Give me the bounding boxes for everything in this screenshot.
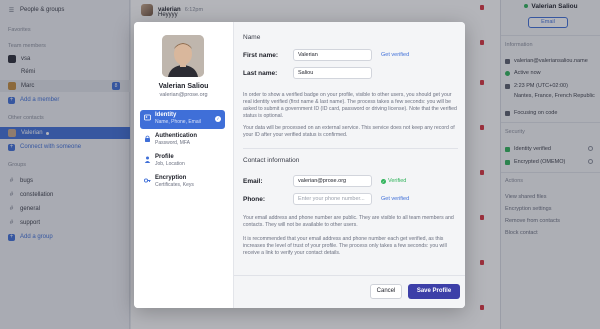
email-verified-status: ✓ Verified xyxy=(381,178,406,184)
tab-authentication-title: Authentication xyxy=(155,133,197,139)
email-field[interactable] xyxy=(293,175,372,187)
check-circle-icon: ✓ xyxy=(381,178,386,184)
tab-identity-title: Identity xyxy=(155,112,177,118)
phone-field[interactable] xyxy=(293,193,372,205)
edit-profile-modal: Valerian Saliou valerian@prose.org Ident… xyxy=(134,22,465,308)
tab-profile-sub: Job, Location xyxy=(155,161,185,167)
cancel-button[interactable]: Cancel xyxy=(370,284,402,299)
tab-identity-sub: Name, Phone, Email xyxy=(155,119,201,125)
tab-encryption[interactable]: Encryption Certificates, Keys xyxy=(140,173,225,192)
save-profile-button[interactable]: Save Profile xyxy=(408,284,460,299)
modal-footer: Cancel Save Profile xyxy=(234,275,465,308)
last-name-label: Last name: xyxy=(243,70,278,77)
get-verified-name-link[interactable]: Get verified xyxy=(381,52,409,58)
last-name-field[interactable] xyxy=(293,67,372,79)
tab-profile[interactable]: Profile Job, Location xyxy=(140,152,225,171)
divider xyxy=(243,148,458,149)
person-icon xyxy=(144,156,151,163)
contact-help-text: Your email address and phone number are … xyxy=(243,215,454,228)
key-icon xyxy=(144,177,151,184)
check-icon: ✓ xyxy=(215,116,221,122)
profile-email: valerian@prose.org xyxy=(159,92,208,98)
contact-section-title: Contact information xyxy=(243,157,300,164)
lock-icon xyxy=(144,135,151,142)
tab-encryption-sub: Certificates, Keys xyxy=(155,182,194,188)
name-section-title: Name xyxy=(243,34,261,41)
modal-content: Name First name: Get verified Last name:… xyxy=(233,22,465,308)
modal-sidebar: Valerian Saliou valerian@prose.org Ident… xyxy=(134,22,233,308)
tab-authentication-sub: Password, MFA xyxy=(155,140,191,146)
user-card-icon xyxy=(144,114,151,121)
phone-label: Phone: xyxy=(243,196,266,203)
profile-photo-image xyxy=(162,35,204,77)
verified-label: Verified xyxy=(388,178,407,184)
tab-encryption-title: Encryption xyxy=(155,175,187,181)
get-verified-phone-link[interactable]: Get verified xyxy=(381,196,409,202)
contact-recommendation-text: It is recommended that your email addres… xyxy=(243,236,447,256)
name-help-text: In order to show a verified badge on you… xyxy=(243,92,457,119)
tab-authentication[interactable]: Authentication Password, MFA xyxy=(140,131,225,150)
profile-photo[interactable] xyxy=(162,35,204,77)
first-name-field[interactable] xyxy=(293,49,372,61)
profile-name: Valerian Saliou xyxy=(158,83,209,90)
tab-profile-title: Profile xyxy=(155,154,174,160)
tab-identity[interactable]: Identity Name, Phone, Email ✓ xyxy=(140,110,225,129)
email-label: Email: xyxy=(243,178,263,185)
first-name-label: First name: xyxy=(243,52,279,59)
name-privacy-text: Your data will be processed on an extern… xyxy=(243,125,455,138)
